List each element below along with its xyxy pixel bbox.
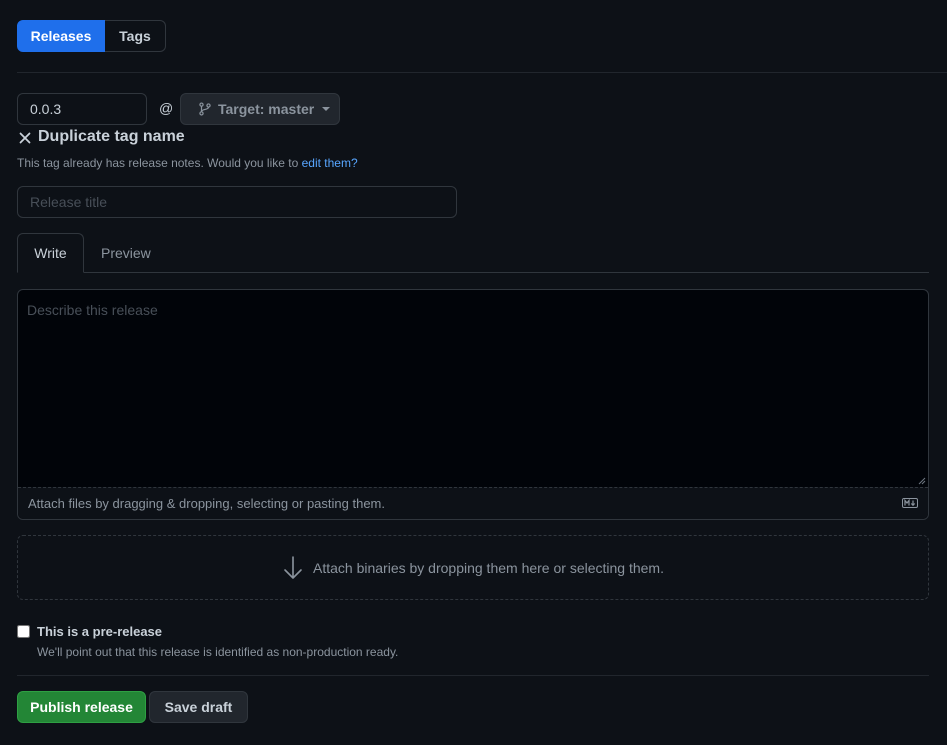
- prerelease-label: This is a pre-release: [37, 624, 163, 639]
- tab-write[interactable]: Write: [17, 233, 84, 273]
- resize-handle-icon[interactable]: [918, 477, 926, 485]
- release-description-textarea[interactable]: [18, 290, 928, 488]
- save-draft-button[interactable]: Save draft: [149, 691, 248, 723]
- releases-tab[interactable]: Releases: [17, 20, 105, 52]
- release-description-editor: Attach files by dragging & dropping, sel…: [17, 289, 929, 520]
- prerelease-checkbox[interactable]: [17, 625, 30, 638]
- target-branch-dropdown[interactable]: Target: master: [180, 93, 340, 125]
- markdown-icon[interactable]: [902, 498, 918, 508]
- warning-description: This tag already has release notes. Woul…: [17, 156, 358, 170]
- tabs-baseline: [17, 272, 929, 273]
- tag-input[interactable]: [17, 93, 147, 125]
- warning-message: This tag already has release notes. Woul…: [17, 156, 302, 170]
- divider-bottom: [17, 675, 929, 676]
- releases-tags-subnav: Releases Tags: [17, 20, 166, 52]
- tags-tab[interactable]: Tags: [105, 20, 166, 52]
- editor-tabs: Write Preview: [17, 233, 929, 273]
- attach-files-text: Attach files by dragging & dropping, sel…: [28, 496, 385, 511]
- target-branch-label: Target: master: [218, 101, 315, 117]
- arrow-down-icon: [284, 555, 302, 579]
- x-icon: [19, 132, 31, 144]
- edit-them-link[interactable]: edit them?: [302, 156, 358, 170]
- prerelease-description: We'll point out that this release is ide…: [37, 645, 399, 659]
- chevron-down-icon: [322, 107, 331, 111]
- publish-release-button[interactable]: Publish release: [17, 691, 146, 723]
- duplicate-tag-warning: Duplicate tag name: [17, 128, 185, 146]
- at-separator: @: [159, 100, 174, 116]
- attach-files-bar[interactable]: Attach files by dragging & dropping, sel…: [18, 487, 928, 519]
- new-release-page: Releases Tags @ Target: master Duplicate…: [0, 0, 947, 745]
- divider: [17, 72, 947, 73]
- tab-preview[interactable]: Preview: [101, 233, 151, 273]
- warning-title: Duplicate tag name: [38, 128, 185, 145]
- binaries-dropzone[interactable]: Attach binaries by dropping them here or…: [17, 535, 929, 600]
- release-title-input[interactable]: [17, 186, 457, 218]
- binaries-text: Attach binaries by dropping them here or…: [313, 559, 664, 576]
- git-branch-icon: [199, 102, 211, 116]
